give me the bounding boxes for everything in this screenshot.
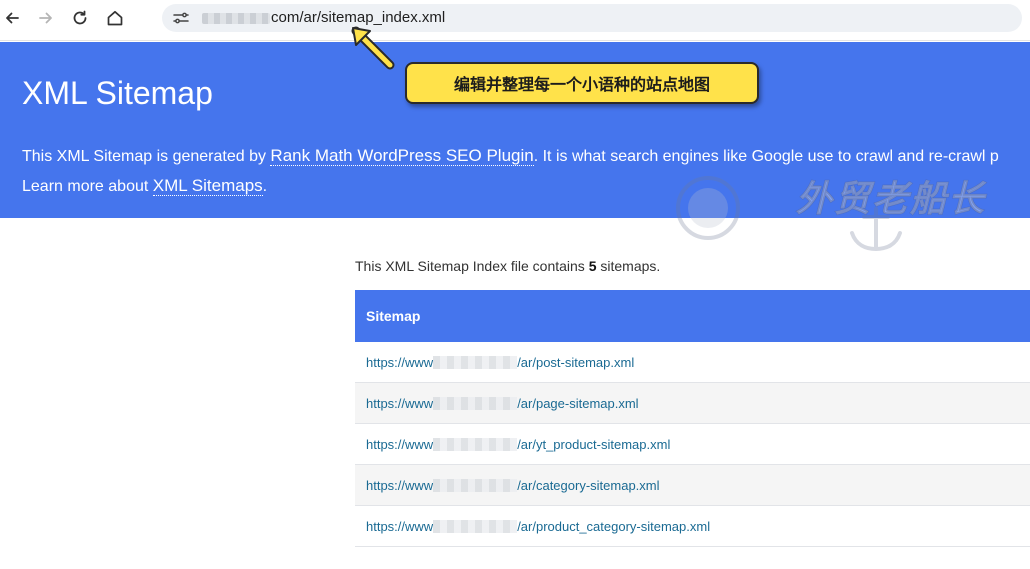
sitemap-link[interactable]: https://www/ar/product_category-sitemap.… [366,519,710,534]
redacted-domain [433,437,518,451]
column-header-sitemap: Sitemap [355,290,1030,342]
table-row: https://www/ar/post-sitemap.xml [355,342,1030,383]
xml-sitemaps-link[interactable]: XML Sitemaps [152,176,263,196]
sitemap-link[interactable]: https://www/ar/post-sitemap.xml [366,355,634,370]
table-row: https://www/ar/yt_product-sitemap.xml [355,423,1030,465]
annotation-callout: 编辑并整理每一个小语种的站点地图 [405,62,759,104]
table-row: https://www/ar/category-sitemap.xml [355,464,1030,506]
redacted-domain [433,396,518,410]
page-title: XML Sitemap [22,75,213,111]
hero-description: This XML Sitemap is generated by Rank Ma… [22,146,999,166]
watermark-text: 外贸老船长 [795,179,987,221]
table-row: https://www/ar/page-sitemap.xml [355,382,1030,424]
sitemap-table: Sitemap https://www/ar/post-sitemap.xml … [355,290,1030,547]
sitemap-link[interactable]: https://www/ar/yt_product-sitemap.xml [366,437,670,452]
redacted-domain [433,355,518,369]
sitemap-link[interactable]: https://www/ar/page-sitemap.xml [366,396,639,411]
rank-math-link[interactable]: Rank Math WordPress SEO Plugin [270,146,534,166]
redacted-domain [433,478,518,492]
sitemap-count: 5 [588,258,597,274]
sitemap-summary: This XML Sitemap Index file contains 5 s… [355,258,661,274]
reload-icon[interactable] [66,6,94,30]
address-bar[interactable]: com/ar/sitemap_index.xml [162,4,1022,32]
back-arrow-icon[interactable] [0,6,26,30]
redacted-domain [202,13,270,24]
redacted-domain [433,519,518,533]
site-settings-icon[interactable] [172,9,190,27]
sitemap-link[interactable]: https://www/ar/category-sitemap.xml [366,478,660,493]
hero-learn-more: Learn more about XML Sitemaps. [22,176,268,196]
home-icon[interactable] [101,6,129,30]
browser-toolbar: com/ar/sitemap_index.xml [0,0,1030,41]
url-text[interactable]: com/ar/sitemap_index.xml [271,9,445,26]
annotation-arrow-icon [351,26,395,70]
forward-arrow-icon[interactable] [32,6,60,30]
table-row: https://www/ar/product_category-sitemap.… [355,505,1030,547]
